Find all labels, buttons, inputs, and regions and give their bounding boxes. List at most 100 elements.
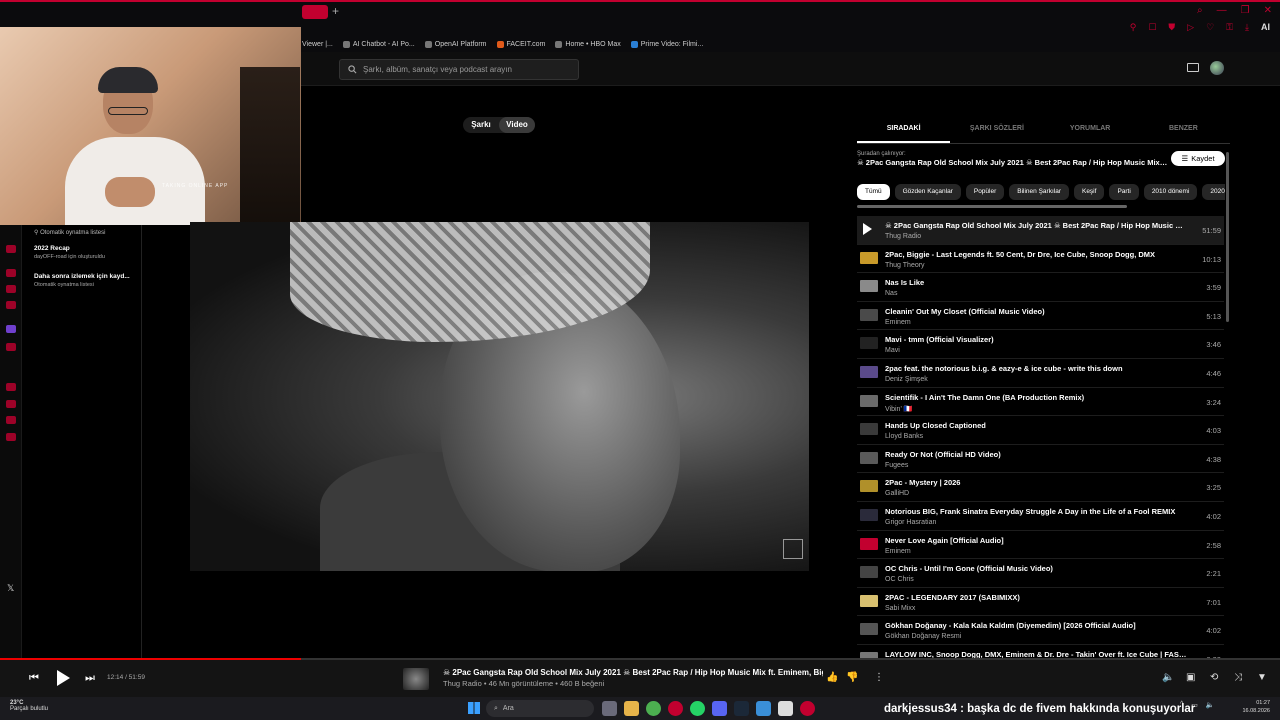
cast-icon[interactable]	[1187, 63, 1199, 72]
chips-scrollbar[interactable]	[857, 205, 1127, 208]
minimize-icon[interactable]: —	[1217, 5, 1227, 16]
tab-lyrics[interactable]: ŞARKI SÖZLERİ	[950, 118, 1043, 143]
shuffle-icon[interactable]: ⤨	[1234, 672, 1242, 683]
search-box[interactable]	[339, 59, 579, 80]
play-icon[interactable]: ▷	[1187, 22, 1194, 33]
search-icon[interactable]: ⌕	[1197, 5, 1203, 16]
queue-item[interactable]: ☠ 2Pac Gangsta Rap Old School Mix July 2…	[857, 216, 1224, 245]
sidebar-app-icon[interactable]	[6, 269, 16, 277]
search-input[interactable]	[363, 65, 573, 74]
download-icon[interactable]: ⤓	[1245, 22, 1249, 33]
pin-icon[interactable]: ⚲	[1130, 22, 1137, 33]
tab-related[interactable]: BENZER	[1137, 118, 1230, 143]
settings-icon[interactable]	[6, 433, 16, 441]
queue-scrollbar[interactable]	[1226, 152, 1229, 322]
bookmark-item[interactable]: OpenAI Platform	[424, 40, 487, 48]
chip-filter[interactable]: Gözden Kaçanlar	[894, 184, 961, 200]
sidebar-app-icon[interactable]	[6, 343, 16, 351]
queue-item[interactable]: 2pac feat. the notorious b.i.g. & eazy-e…	[857, 359, 1224, 388]
bookmark-item[interactable]: Viewer |...	[302, 41, 333, 48]
toggle-video[interactable]: Video	[499, 117, 535, 133]
sidebar-playlist-item[interactable]: Daha sonra izlemek için kayd... Otomatik…	[34, 273, 140, 288]
chip-filter[interactable]: Popüler	[965, 184, 1005, 200]
opera-gx-icon[interactable]	[800, 701, 815, 716]
tab-comments[interactable]: YORUMLAR	[1044, 118, 1137, 143]
save-button[interactable]: ☰ Kaydet	[1171, 151, 1225, 166]
sidebar-app-icon[interactable]	[6, 416, 16, 424]
queue-item[interactable]: 2Pac - Mystery | 2026 GalliHD 3:25	[857, 473, 1224, 502]
opera-icon[interactable]	[668, 701, 683, 716]
queue-item[interactable]: Scientifik - I Ain't The Damn One (BA Pr…	[857, 388, 1224, 417]
clock-time: 01:27	[1256, 700, 1270, 706]
queue-item[interactable]: Hands Up Closed Captioned Lloyd Banks 4:03	[857, 416, 1224, 445]
chrome-icon[interactable]	[646, 701, 661, 716]
task-view-icon[interactable]	[602, 701, 617, 716]
avatar[interactable]	[1210, 61, 1224, 75]
queue-item[interactable]: Cleanin' Out My Closet (Official Music V…	[857, 302, 1224, 331]
play-button[interactable]	[57, 670, 70, 686]
file-explorer-icon[interactable]	[624, 701, 639, 716]
chip-filter[interactable]: Keşif	[1073, 184, 1105, 200]
miniplayer-icon[interactable]: ▣	[1186, 672, 1195, 683]
history-icon[interactable]	[6, 400, 16, 408]
ai-button[interactable]: AI	[1261, 22, 1270, 33]
lock-icon[interactable]: ⚿	[1226, 22, 1233, 33]
repeat-icon[interactable]: ⟲	[1210, 672, 1218, 683]
browser-tab-active[interactable]	[302, 5, 328, 19]
sidebar-app-icon[interactable]	[6, 301, 16, 309]
close-icon[interactable]: ✕	[1264, 5, 1272, 16]
chip-filter[interactable]: 2010 dönemi	[1143, 184, 1198, 200]
volume-icon[interactable]: 🔈	[1206, 701, 1215, 709]
maximize-icon[interactable]: ❐	[1241, 5, 1250, 16]
video-player[interactable]	[190, 222, 809, 571]
sidebar-app-icon[interactable]	[6, 245, 16, 253]
previous-icon[interactable]: ⏮	[29, 673, 41, 684]
bookmark-item[interactable]: Prime Video: Filmi...	[630, 40, 703, 48]
chip-filter[interactable]: Bilinen Şarkılar	[1009, 184, 1069, 200]
weather-widget[interactable]: 23°C Parçalı bulutlu	[10, 700, 48, 712]
whatsapp-icon[interactable]	[690, 701, 705, 716]
taskbar-search[interactable]: ⌕ Ara	[486, 700, 594, 717]
queue-item[interactable]: Never Love Again [Official Audio] Eminem 2…	[857, 531, 1224, 560]
next-icon[interactable]: ⏭	[85, 673, 97, 684]
queue-item[interactable]: Mavi - tmm (Official Visualizer) Mavi 3:46	[857, 330, 1224, 359]
like-icon[interactable]: 👍	[826, 672, 838, 683]
chip-filter[interactable]: 2020 dö	[1202, 184, 1225, 200]
play-icon[interactable]	[863, 223, 872, 235]
toggle-song[interactable]: Şarkı	[463, 117, 499, 133]
bookmark-item[interactable]: AI Chatbot - AI Po...	[342, 40, 415, 48]
expand-icon[interactable]: ▼	[1257, 672, 1267, 683]
sidebar-playlist-item[interactable]: 2022 Recap dayOFF-road için oluşturuldu	[34, 245, 140, 260]
queue-item[interactable]: Notorious BIG, Frank Sinatra Everyday St…	[857, 502, 1224, 531]
queue-item-title: 2Pac - Mystery | 2026	[885, 478, 961, 488]
app-icon[interactable]	[756, 701, 771, 716]
discord-icon[interactable]	[712, 701, 727, 716]
chip-filter[interactable]: Parti	[1109, 184, 1139, 200]
queue-item[interactable]: Gökhan Doğanay - Kala Kala Kaldım (Diyem…	[857, 616, 1224, 645]
queue-item[interactable]: 2Pac, Biggie - Last Legends ft. 50 Cent,…	[857, 245, 1224, 274]
heart-icon[interactable]: ♡	[1206, 22, 1214, 33]
twitch-icon[interactable]	[6, 325, 16, 333]
song-video-toggle: Şarkı Video	[463, 117, 535, 133]
windows-start-icon[interactable]	[468, 702, 480, 714]
shield-icon[interactable]: ⛊	[1168, 22, 1175, 33]
queue-item[interactable]: 2PAC - LEGENDARY 2017 (SABIMIXX) Sabi Mix…	[857, 588, 1224, 617]
queue-item[interactable]: OC Chris - Until I'm Gone (Official Musi…	[857, 559, 1224, 588]
tab-up-next[interactable]: SIRADAKİ	[857, 118, 951, 143]
x-icon[interactable]: 𝕏	[7, 583, 14, 594]
chip-filter[interactable]: Tümü	[857, 184, 890, 200]
steam-icon[interactable]	[734, 701, 749, 716]
bookmark-item[interactable]: FACEIT.com	[496, 40, 545, 48]
document-icon[interactable]	[778, 701, 793, 716]
volume-icon[interactable]: 🔈	[1162, 672, 1174, 683]
new-tab-button[interactable]: +	[332, 4, 339, 18]
taskbar-clock[interactable]: 01:27 16.08.2026	[1242, 699, 1270, 715]
sidebar-app-icon[interactable]	[6, 383, 16, 391]
dislike-icon[interactable]: 👎	[846, 672, 858, 683]
more-options-icon[interactable]: ⋮	[874, 672, 884, 683]
bookmark-item[interactable]: Home • HBO Max	[555, 40, 621, 48]
bookmark-icon[interactable]: ☐	[1148, 22, 1156, 33]
sidebar-app-icon[interactable]	[6, 285, 16, 293]
queue-item[interactable]: Ready Or Not (Official HD Video) Fugees 4:…	[857, 445, 1224, 474]
queue-item[interactable]: Nas Is Like Nas 3:59	[857, 273, 1224, 302]
